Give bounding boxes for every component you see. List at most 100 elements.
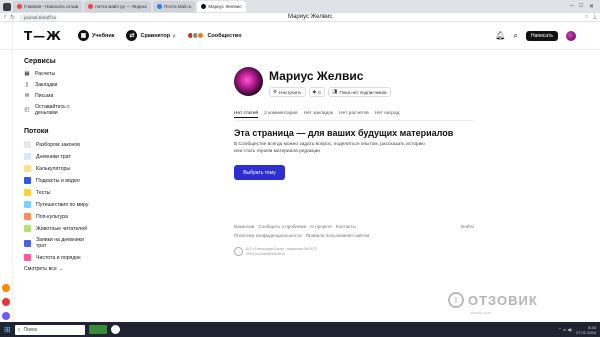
- browser-tab-active[interactable]: Мариус Желвис: [197, 1, 246, 12]
- tab-comments[interactable]: 2 комментария: [264, 111, 298, 118]
- footer-link[interactable]: Политика конфиденциальности: [234, 233, 302, 238]
- url-field[interactable]: journal.tinkoff.ru: [19, 13, 58, 21]
- maximize-icon[interactable]: □: [579, 3, 583, 10]
- flow-laws-icon: [24, 141, 31, 148]
- beta-badge: β: [173, 33, 176, 38]
- empty-state-text: В Сообществе всегда можно задать вопрос,…: [234, 142, 425, 154]
- sidebar-item-flow[interactable]: Заявки на дневники трат: [24, 237, 144, 249]
- clock-date: 27.01.2024: [575, 329, 596, 335]
- gear-icon: ⚙: [273, 89, 278, 94]
- footer-link[interactable]: Вакансии: [234, 224, 254, 229]
- flow-podcasts-icon: [24, 177, 31, 184]
- page-title: Мариус Желвис: [288, 14, 333, 20]
- nav-label: Сравнятор: [140, 32, 171, 39]
- bookmark-icon: ▯: [25, 82, 29, 88]
- taskbar-search[interactable]: ⌕ Поиск: [14, 324, 85, 335]
- footer-link[interactable]: Контакты: [336, 224, 356, 229]
- browser-tab[interactable]: Почта Mail.ru: [153, 1, 196, 12]
- sidebar-item-label: Калькуляторы: [36, 165, 71, 172]
- subscribers-chip[interactable]: 👥︎ Пока нет подписчиков: [327, 87, 391, 97]
- yandex-browser-icon[interactable]: [110, 325, 120, 334]
- tab-favicon-icon: [157, 4, 163, 9]
- tab-favicon-icon: [17, 4, 22, 9]
- tab-label: Почта Mail.ru: [164, 4, 192, 9]
- tab-label: Главная - Написать отзыв: [24, 4, 79, 9]
- sidebar-item-label: Оставайтесь с деньгами: [35, 104, 70, 116]
- otzovik-logo-icon: !: [448, 292, 464, 308]
- sidebar-item-bookmarks[interactable]: ▯ Закладки: [24, 82, 144, 88]
- sidebar-item-flow[interactable]: Дневники трат: [24, 153, 144, 160]
- window-controls: – □ ✕: [570, 3, 600, 10]
- sidebar-item-label: Путешествия по миру: [36, 201, 89, 208]
- money-icon: ◰: [24, 107, 30, 113]
- sidebar-item-label: Разбором законов: [36, 141, 81, 148]
- legal-line: 2024 journal@tinkoff.ru: [246, 252, 286, 256]
- flow-pop-culture-icon: [24, 213, 31, 220]
- sidebar-item-label: Поп-культура: [36, 213, 69, 220]
- sidebar-app-icon[interactable]: [2, 298, 10, 306]
- sidebar-item-flow[interactable]: Калькуляторы: [24, 165, 144, 172]
- footer-link[interactable]: Правила пользования сайтом: [306, 233, 370, 238]
- site-header: Т—Ж ▣ Учебник ⇄ Сравнятор β Сообщество 🔔…: [0, 22, 600, 50]
- taskbar-clock[interactable]: ⌃ ▭ ◀) 8:43 27.01.2024: [558, 325, 600, 335]
- notifications-bell-icon[interactable]: 🔔︎: [495, 31, 505, 40]
- otzovik-watermark: ! ОТЗОВИК: [448, 292, 538, 308]
- compare-icon: ⇄: [126, 30, 138, 41]
- sidebar-item-flow[interactable]: Поп-культура: [24, 213, 144, 220]
- nav-community[interactable]: Сообщество: [187, 32, 242, 39]
- profile-avatar: [234, 67, 263, 96]
- windows-start-icon[interactable]: ⊞: [4, 325, 11, 334]
- rating-chip[interactable]: ◆ 0: [308, 87, 325, 97]
- bookmark-star-icon[interactable]: ☆: [584, 14, 588, 20]
- site-logo[interactable]: Т—Ж: [24, 29, 66, 43]
- chip-label: Настроить: [279, 89, 302, 95]
- browser-sidebar: [0, 22, 13, 322]
- sidebar-app-icon[interactable]: [2, 312, 10, 320]
- tab-bookmarks[interactable]: Нет закладок: [304, 111, 334, 118]
- sidebar-item-flow[interactable]: Разбором законов: [24, 141, 144, 148]
- sidebar-item-flow[interactable]: Подкасты и видео: [24, 177, 144, 184]
- download-icon[interactable]: ⤓: [594, 14, 596, 20]
- taskbar-search-label: Поиск: [23, 326, 38, 333]
- close-icon[interactable]: ✕: [589, 3, 594, 10]
- nav-label: Учебник: [92, 32, 115, 39]
- chip-label: Пока нет подписчиков: [339, 89, 387, 95]
- see-all-link[interactable]: Смотреть все →: [24, 266, 144, 272]
- sidebar-item-flow[interactable]: Путешествия по миру: [24, 201, 144, 208]
- user-avatar[interactable]: [566, 30, 576, 41]
- calculator-icon: ▦: [24, 71, 30, 77]
- search-icon: ⌕: [17, 326, 21, 333]
- back-icon[interactable]: ‹: [4, 14, 6, 20]
- sidebar-item-flow[interactable]: Чистота и порядок: [24, 254, 144, 261]
- address-bar: ‹ ↻ journal.tinkoff.ru Мариус Желвис ☆ ⤓: [0, 13, 600, 22]
- windows-taskbar: ⊞ ⌕ Поиск ⌃ ▭ ◀) 8:43 27.01.2024: [0, 322, 600, 337]
- footer-link[interactable]: Сообщить о проблеме: [258, 224, 306, 229]
- pick-topic-button[interactable]: Выбрать тему: [234, 165, 285, 180]
- footer-login-link[interactable]: Войти: [461, 224, 474, 229]
- footer-link[interactable]: О проекте: [310, 224, 332, 229]
- nav-sravnyator[interactable]: ⇄ Сравнятор β: [126, 30, 175, 41]
- browser-menu-icon[interactable]: [3, 2, 11, 11]
- sidebar-item-flow[interactable]: Тесты: [24, 189, 144, 196]
- sidebar-item-stay-with-money[interactable]: ◰ Оставайтесь с деньгами: [24, 104, 144, 116]
- sidebar-item-calculations[interactable]: ▦ Расчеты: [24, 71, 144, 77]
- minimize-icon[interactable]: –: [570, 3, 573, 10]
- watermark-sub: otzovik.com: [470, 310, 492, 315]
- sidebar-app-icon[interactable]: [2, 284, 10, 292]
- tab-favicon-icon: [201, 4, 207, 9]
- tab-calculations[interactable]: Нет расчетов: [339, 111, 369, 118]
- browser-tab[interactable]: Главная - Написать отзыв: [13, 1, 83, 12]
- browser-tab[interactable]: почта майл ру — Яндекс: [84, 1, 152, 12]
- write-button[interactable]: Написать: [526, 30, 558, 41]
- flow-cleaning-icon: [24, 254, 31, 261]
- settings-chip[interactable]: ⚙ Настроить: [269, 87, 306, 97]
- search-icon[interactable]: ⌕: [514, 31, 518, 41]
- tab-articles[interactable]: Нет статей: [234, 111, 259, 118]
- nav-uchebnik[interactable]: ▣ Учебник: [78, 30, 114, 41]
- sidebar-item-flow[interactable]: Животные читателей: [24, 225, 144, 232]
- taskbar-app-icon[interactable]: [88, 325, 107, 334]
- reload-icon[interactable]: ↻: [10, 14, 15, 21]
- sidebar-item-letters[interactable]: ✉ Письма: [24, 93, 144, 99]
- sidebar-item-label: Чистота и порядок: [36, 254, 81, 261]
- tab-awards[interactable]: Нет наград: [375, 111, 400, 118]
